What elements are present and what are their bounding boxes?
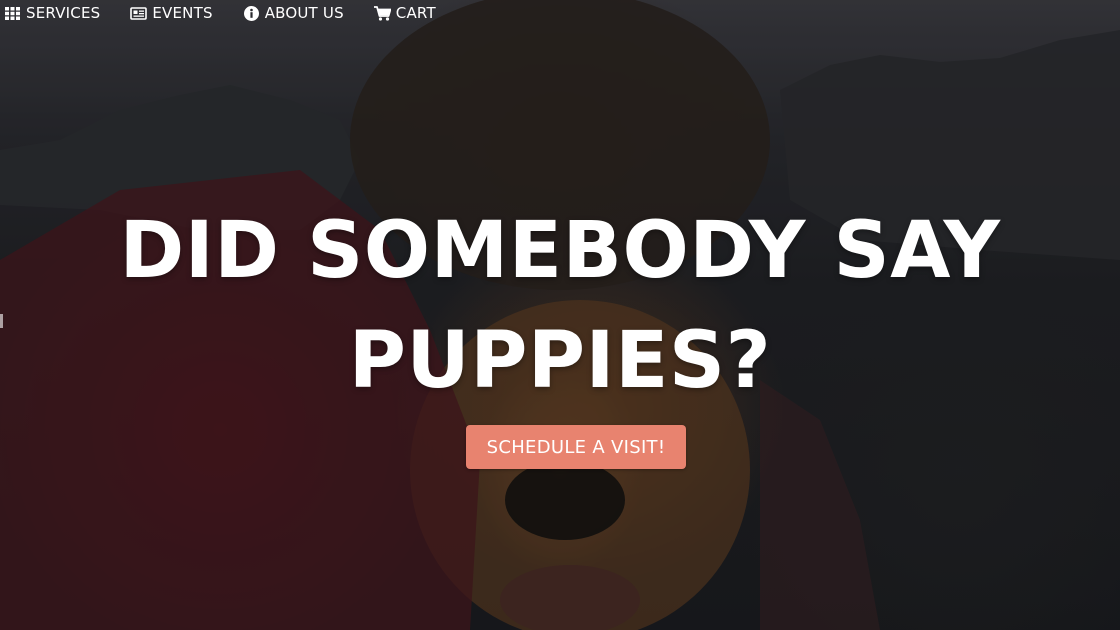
nav-item-cart[interactable]: CART: [373, 4, 436, 22]
nav-item-label: ABOUT US: [264, 4, 344, 22]
headline-line-2: PUPPIES?: [348, 316, 772, 406]
schedule-visit-button[interactable]: SCHEDULE A VISIT!: [466, 425, 686, 469]
info-icon: [243, 5, 260, 22]
nav-item-services[interactable]: SERVICES: [4, 4, 100, 22]
newspaper-icon: [130, 5, 148, 22]
nav-item-about-us[interactable]: ABOUT US: [243, 4, 344, 22]
nav-item-events[interactable]: EVENTS: [130, 4, 212, 22]
nav-item-label: SERVICES: [26, 4, 101, 22]
cart-icon: [373, 5, 391, 22]
grid-icon: [4, 5, 21, 22]
hero-section: SERVICES EVENTS ABOUT US CART DID SOMEBO…: [0, 0, 1120, 630]
nav-item-label: EVENTS: [152, 4, 213, 22]
top-nav: SERVICES EVENTS ABOUT US CART: [0, 0, 436, 26]
side-edge-marker: [0, 314, 3, 328]
hero-headline: DID SOMEBODY SAY PUPPIES?: [0, 196, 1120, 416]
headline-line-1: DID SOMEBODY SAY: [119, 206, 1001, 296]
nav-item-label: CART: [395, 4, 436, 22]
